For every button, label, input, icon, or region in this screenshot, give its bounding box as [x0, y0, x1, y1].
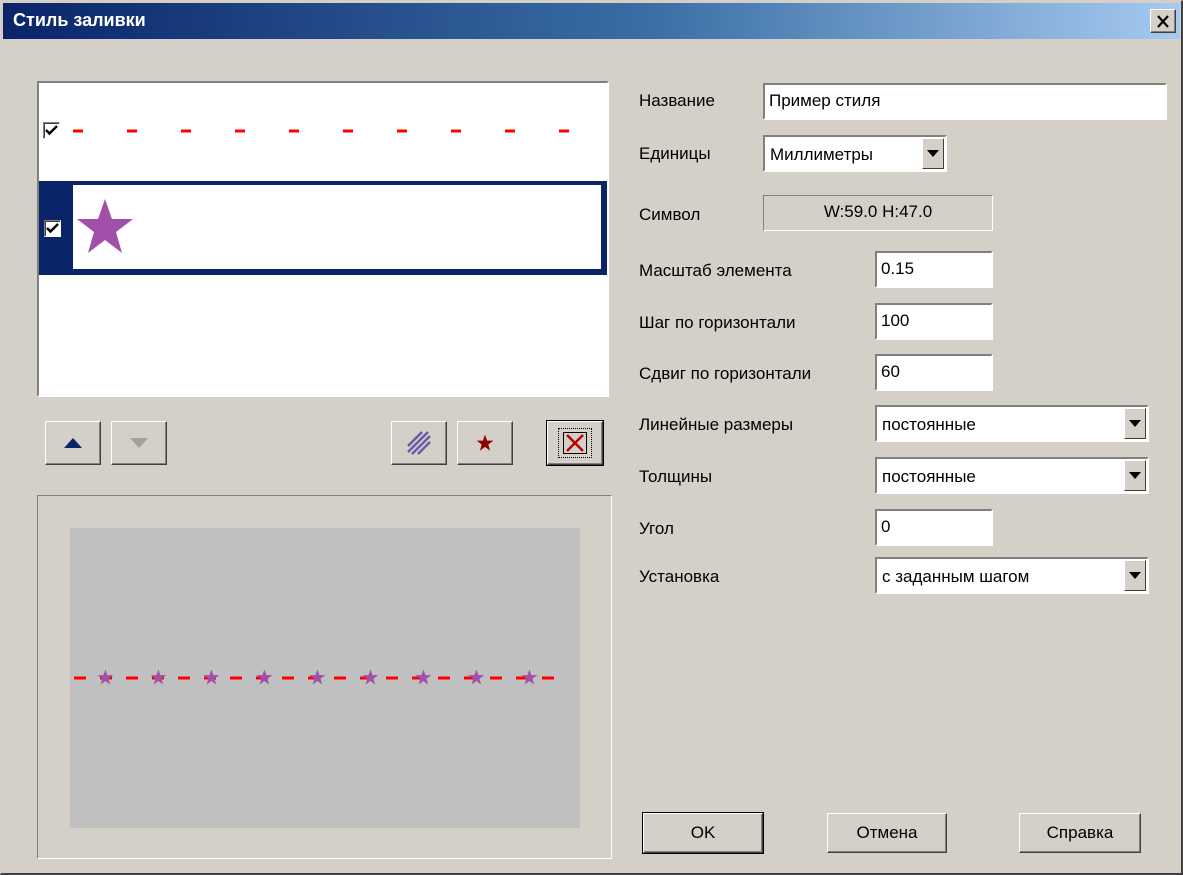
hstep-field[interactable]: 100: [875, 303, 993, 340]
layer-item-dashed-line[interactable]: [39, 83, 607, 179]
chevron-down-icon: [1129, 420, 1141, 427]
units-select[interactable]: Миллиметры: [763, 135, 947, 172]
arrow-down-icon: [130, 438, 148, 448]
layer-item-star-symbol[interactable]: [39, 181, 607, 275]
delete-x-icon: [563, 432, 587, 454]
layer-list[interactable]: [37, 81, 609, 397]
delete-focus-rect: [558, 428, 592, 458]
chevron-down-icon: [927, 150, 939, 157]
symbol-label: Символ: [639, 205, 701, 224]
scale-label: Масштаб элемента: [639, 261, 792, 280]
close-icon: [1157, 14, 1169, 28]
ok-button[interactable]: OK: [642, 812, 764, 854]
star-icon: [476, 434, 494, 451]
linear-sizes-label: Линейные размеры: [639, 415, 794, 434]
hshift-label: Сдвиг по горизонтали: [639, 364, 812, 383]
preview-pattern: [74, 669, 568, 685]
placement-select[interactable]: с заданным шагом: [875, 557, 1149, 594]
hshift-field[interactable]: 60: [875, 354, 993, 391]
add-hatch-button[interactable]: [391, 421, 447, 465]
linear-sizes-dropdown-button[interactable]: [1124, 408, 1146, 439]
name-label: Название: [639, 91, 715, 110]
title-bar[interactable]: Стиль заливки: [3, 3, 1180, 39]
dashed-line-swatch: [73, 129, 569, 133]
linear-sizes-value: постоянные: [882, 415, 976, 434]
close-button[interactable]: [1150, 9, 1176, 33]
layer-checkbox[interactable]: [44, 220, 61, 237]
arrow-up-icon: [64, 438, 82, 448]
angle-field[interactable]: 0: [875, 509, 993, 546]
units-label: Единицы: [639, 144, 711, 163]
scale-field[interactable]: 0.15: [875, 251, 993, 288]
chevron-down-icon: [1129, 572, 1141, 579]
units-value: Миллиметры: [770, 145, 874, 164]
linear-sizes-select[interactable]: постоянные: [875, 405, 1149, 442]
thickness-select[interactable]: постоянные: [875, 457, 1149, 494]
help-button[interactable]: Справка: [1019, 813, 1141, 853]
name-field[interactable]: Пример стиля: [763, 83, 1167, 120]
angle-label: Угол: [639, 519, 674, 538]
hatch-icon: [407, 431, 431, 455]
add-symbol-button[interactable]: [457, 421, 513, 465]
units-dropdown-button[interactable]: [922, 138, 944, 169]
move-up-button[interactable]: [45, 421, 101, 465]
move-down-button[interactable]: [111, 421, 167, 465]
symbol-size-display: W:59.0 H:47.0: [763, 195, 993, 231]
delete-button[interactable]: [546, 420, 604, 466]
fill-style-dialog: Стиль заливки Название Пример стиля Един…: [0, 0, 1183, 875]
preview-frame: [37, 495, 612, 859]
layer-swatch-area: [73, 185, 601, 269]
checkmark-icon: [45, 125, 58, 136]
checkmark-icon: [46, 223, 59, 234]
placement-value: с заданным шагом: [882, 567, 1030, 586]
cancel-button[interactable]: Отмена: [827, 813, 947, 853]
thickness-dropdown-button[interactable]: [1124, 460, 1146, 491]
star-swatch-icon: [77, 199, 133, 253]
placement-dropdown-button[interactable]: [1124, 560, 1146, 591]
layer-checkbox[interactable]: [43, 122, 60, 139]
thickness-label: Толщины: [639, 467, 713, 486]
placement-label: Установка: [639, 567, 720, 586]
chevron-down-icon: [1129, 472, 1141, 479]
preview-area: [70, 528, 580, 828]
dialog-title: Стиль заливки: [13, 10, 146, 30]
hstep-label: Шаг по горизонтали: [639, 313, 796, 332]
thickness-value: постоянные: [882, 467, 976, 486]
